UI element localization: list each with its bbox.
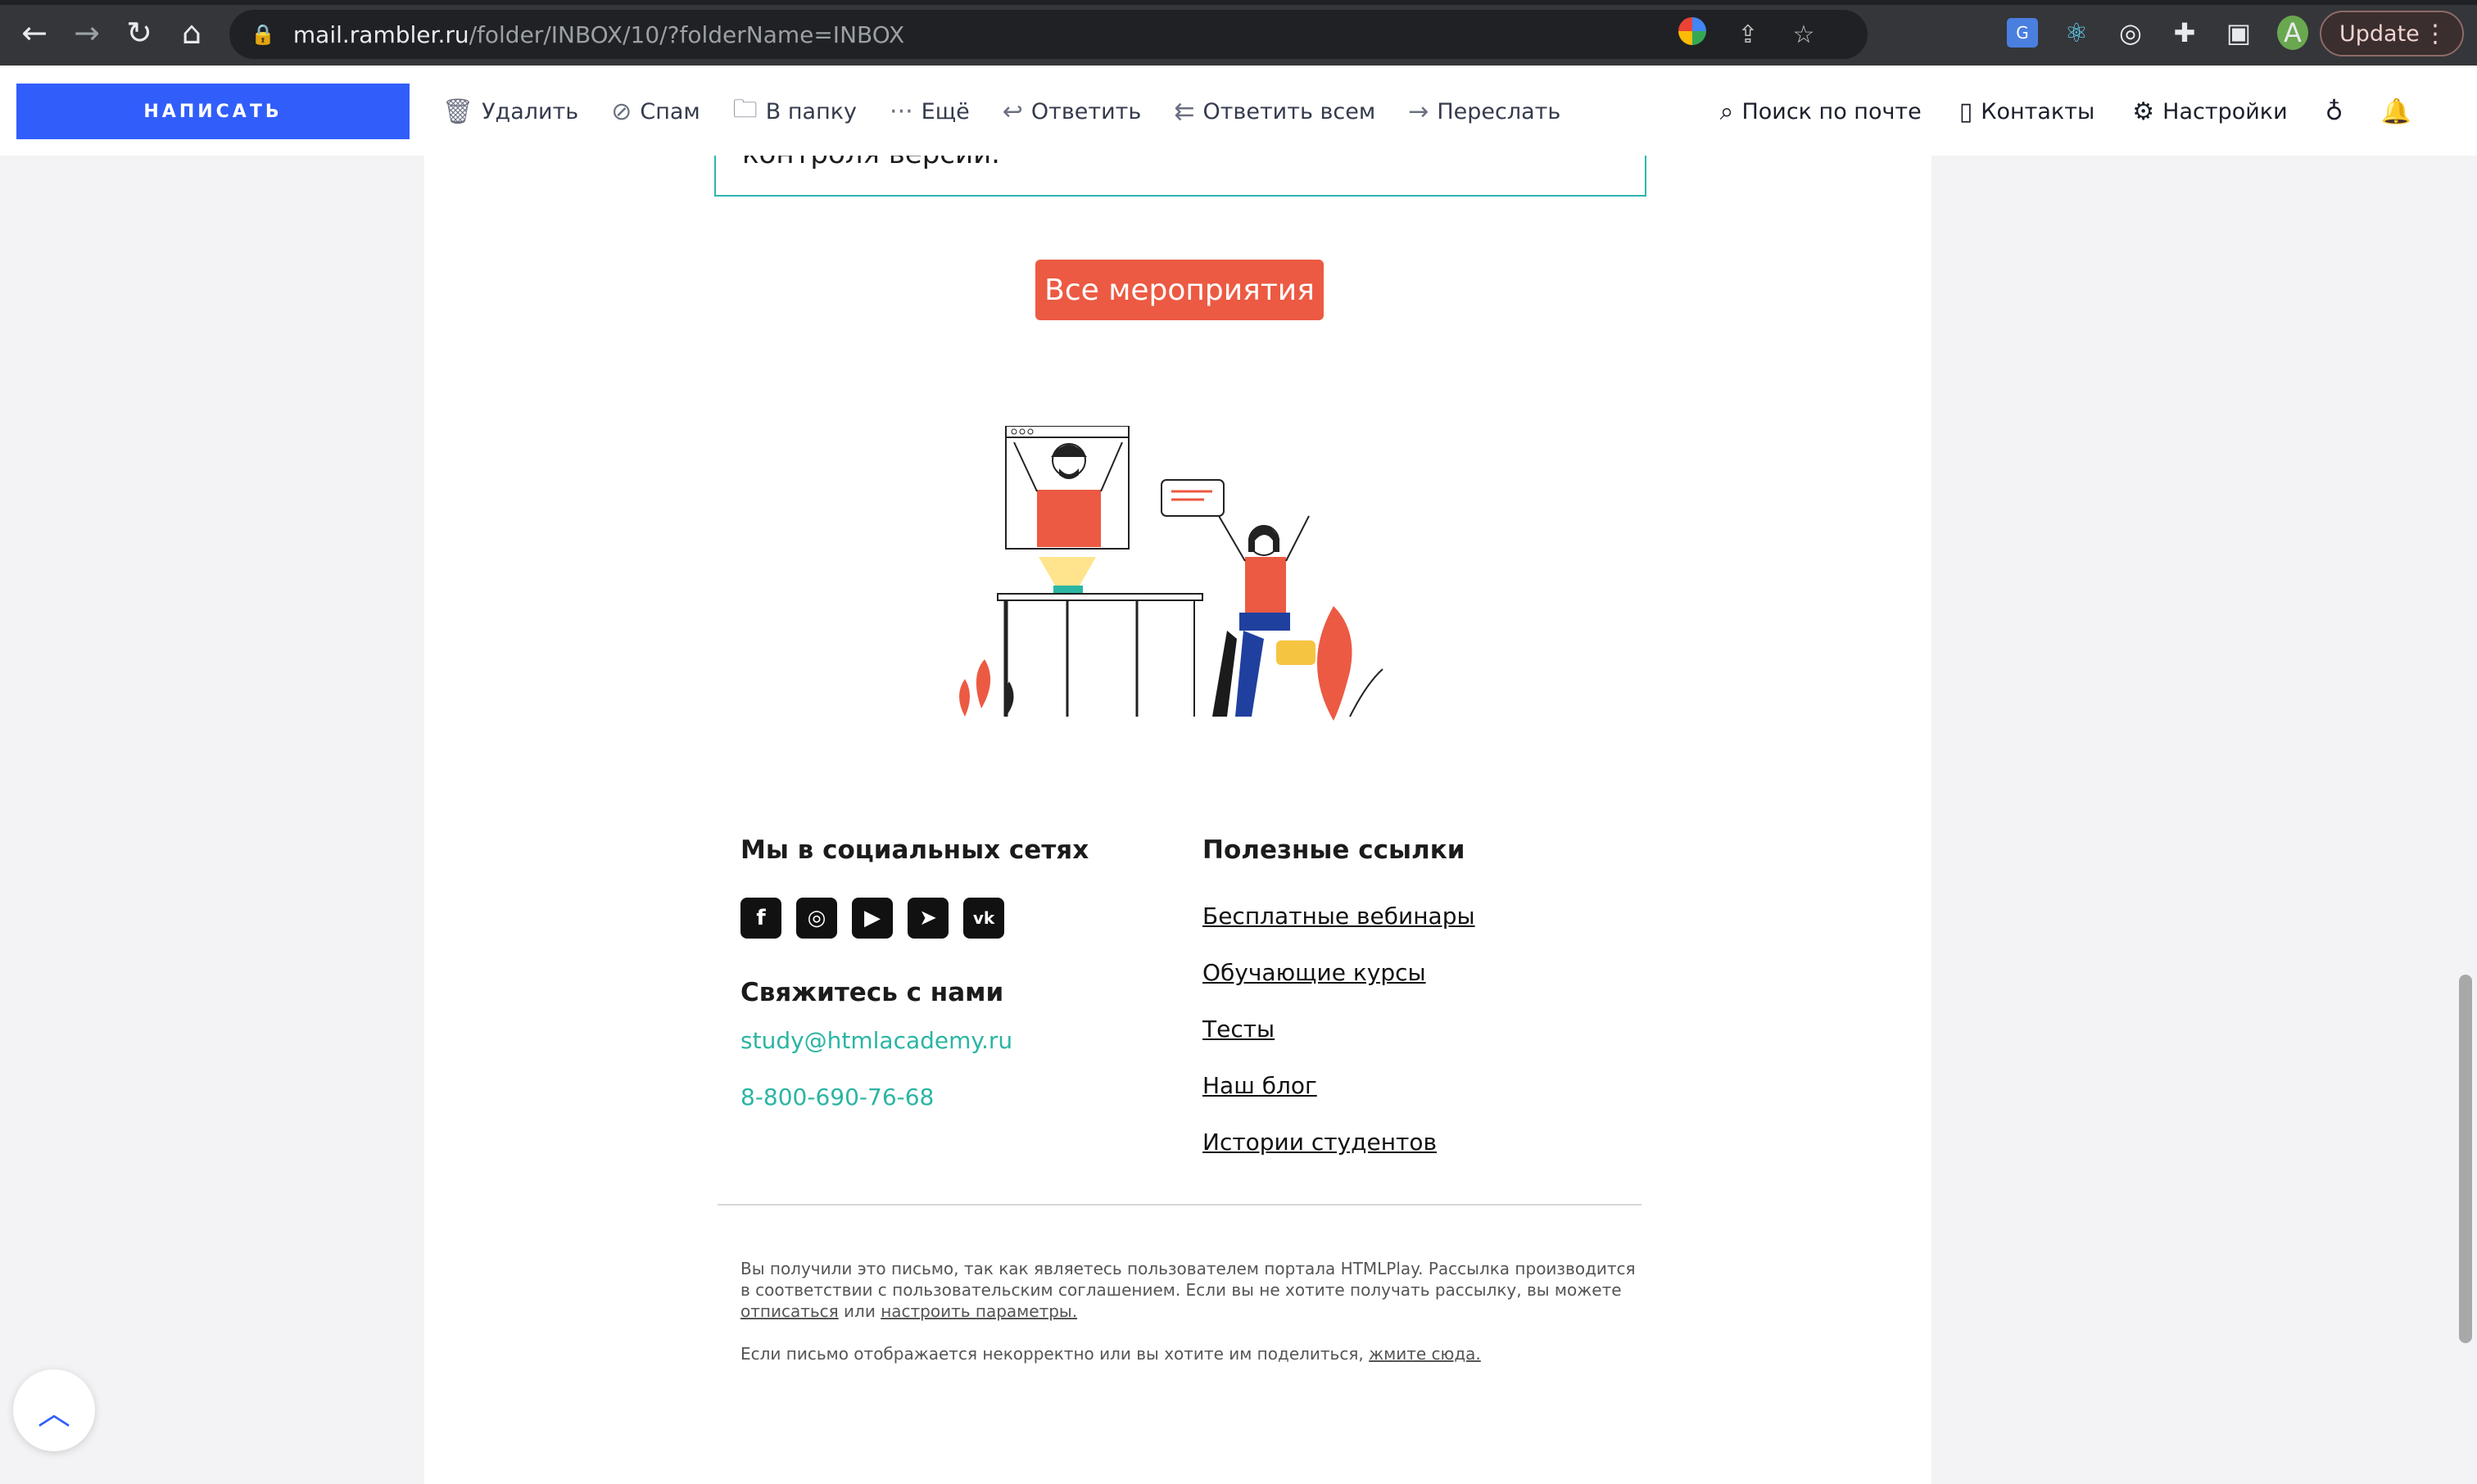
tips-button[interactable]: ♁ xyxy=(2325,97,2343,126)
url-text: mail.rambler.ru/folder/INBOX/10/?folderN… xyxy=(292,20,905,48)
contacts-button[interactable]: ▯ Контакты xyxy=(1959,97,2094,126)
mail-header-actions: ⌕ Поиск по почте ▯ Контакты ⚙ Настройки ♁ 🔔 xyxy=(1720,84,2411,139)
forward-arrow-icon: → xyxy=(1408,97,1429,126)
social-title: Мы в социальных сетях xyxy=(740,835,1089,865)
contact-title: Свяжитесь с нами xyxy=(740,978,1004,1007)
youtube-icon[interactable]: ▶ xyxy=(852,898,893,939)
folder-icon: 🗀 xyxy=(732,94,758,124)
social-icons: f ◎ ▶ ➤ vk xyxy=(740,898,1150,939)
contact-email-link[interactable]: study@htmlacademy.ru xyxy=(740,1027,1150,1054)
footnote-paragraph-2: Если письмо отображается некорректно или… xyxy=(740,1344,1481,1364)
useful-links-column: Полезные ссылки Бесплатные вебинары Обуч… xyxy=(1202,835,1694,1156)
reply-icon: ↩ xyxy=(1002,97,1023,126)
forward-icon[interactable]: → xyxy=(61,0,113,66)
share-icon[interactable]: ⇪ xyxy=(1733,20,1763,49)
delete-button[interactable]: 🗑 Удалить xyxy=(442,97,578,126)
translate-extension-icon[interactable]: G xyxy=(2007,18,2038,48)
unsubscribe-link[interactable]: отписаться xyxy=(740,1301,839,1321)
telegram-icon[interactable]: ➤ xyxy=(908,898,949,939)
settings-link[interactable]: настроить параметры. xyxy=(881,1301,1077,1321)
page-scrollbar[interactable] xyxy=(2454,156,2477,1484)
bell-icon: 🔔 xyxy=(2380,97,2411,126)
link-blog[interactable]: Наш блог xyxy=(1202,1072,1694,1099)
react-devtools-icon[interactable]: ⚛ xyxy=(2061,17,2092,48)
scroll-to-top-button[interactable]: ︿ xyxy=(13,1369,95,1451)
all-events-button[interactable]: Все мероприятия xyxy=(1035,260,1324,320)
forward-button[interactable]: → Переслать xyxy=(1408,97,1560,126)
gear-icon: ⚙ xyxy=(2132,97,2155,126)
profile-avatar[interactable]: A xyxy=(2277,16,2308,50)
search-mail-button[interactable]: ⌕ Поиск по почте xyxy=(1720,97,1922,126)
link-student-stories[interactable]: Истории студентов xyxy=(1202,1129,1694,1156)
compose-button[interactable]: НАПИСАТЬ xyxy=(16,84,410,139)
mail-toolbar: НАПИСАТЬ 🗑 Удалить ⊘ Спам 🗀 В папку ··· Ещё … xyxy=(0,66,2477,156)
extensions-puzzle-icon[interactable]: ✚ xyxy=(2169,17,2200,48)
link-courses[interactable]: Обучающие курсы xyxy=(1202,959,1694,986)
footnote-paragraph-1: Вы получили это письмо, так как являетес… xyxy=(740,1259,1636,1321)
more-button[interactable]: ··· Ещё xyxy=(890,97,970,126)
address-bar[interactable]: 🔒 mail.rambler.ru/folder/INBOX/10/?folde… xyxy=(229,10,1868,59)
move-to-folder-button[interactable]: 🗀 В папку xyxy=(733,91,857,133)
facebook-icon[interactable]: f xyxy=(740,898,781,939)
footer-divider xyxy=(718,1204,1642,1206)
message-actions: 🗑 Удалить ⊘ Спам 🗀 В папку ··· Ещё ↩ Ответить… xyxy=(442,84,1560,139)
reply-all-button[interactable]: ⇇ Ответить всем xyxy=(1174,97,1375,126)
instagram-icon[interactable]: ◎ xyxy=(796,898,837,939)
email-body: контроля версий. Все мероприятия xyxy=(424,156,1931,1484)
chevron-up-icon: ︿ xyxy=(38,1395,70,1432)
back-icon[interactable]: ← xyxy=(8,0,61,66)
home-icon[interactable]: ⌂ xyxy=(165,0,218,66)
contacts-icon: ▯ xyxy=(1959,97,1973,126)
spam-button[interactable]: ⊘ Спам xyxy=(611,97,700,126)
update-label: Update xyxy=(2339,20,2420,47)
event-card-text: контроля версий. xyxy=(742,156,1000,170)
link-tests[interactable]: Тесты xyxy=(1202,1016,1694,1043)
email-footnote: Вы получили это письмо, так как являетес… xyxy=(740,1258,1642,1364)
more-icon: ··· xyxy=(890,97,913,126)
contact-phone-link[interactable]: 8-800-690-76-68 xyxy=(740,1084,1150,1111)
lightbulb-icon: ♁ xyxy=(2325,97,2343,126)
reply-button[interactable]: ↩ Ответить xyxy=(1003,97,1142,126)
reload-icon[interactable]: ↻ xyxy=(113,0,165,66)
vk-icon[interactable]: vk xyxy=(963,898,1004,939)
scrollbar-thumb[interactable] xyxy=(2459,975,2472,1343)
update-button[interactable]: Update ⋮ xyxy=(2320,11,2464,57)
bookmark-star-icon[interactable]: ☆ xyxy=(1789,20,1818,49)
press-here-link[interactable]: жмите сюда. xyxy=(1369,1344,1481,1364)
online-learning-illustration xyxy=(959,426,1383,721)
spam-icon: ⊘ xyxy=(611,97,632,126)
search-icon: ⌕ xyxy=(1719,97,1734,126)
event-card: контроля версий. xyxy=(714,156,1646,197)
settings-button[interactable]: ⚙ Настройки xyxy=(2132,97,2287,126)
google-icon[interactable] xyxy=(1678,17,1707,52)
reply-all-icon: ⇇ xyxy=(1174,97,1195,126)
notifications-button[interactable]: 🔔 xyxy=(2381,97,2411,126)
side-panel-icon[interactable]: ▣ xyxy=(2223,17,2254,48)
social-contact-column: Мы в социальных сетях f ◎ ▶ ➤ vk Свяжите… xyxy=(740,835,1150,1111)
link-free-webinars[interactable]: Бесплатные вебинары xyxy=(1202,903,1694,930)
browser-toolbar: ← → ↻ ⌂ 🔒 mail.rambler.ru/folder/INBOX/1… xyxy=(0,0,2477,66)
lock-icon: 🔒 xyxy=(251,23,275,46)
useful-links-title: Полезные ссылки xyxy=(1202,835,1465,865)
target-extension-icon[interactable]: ◎ xyxy=(2115,17,2146,48)
menu-dots-icon[interactable]: ⋮ xyxy=(2423,20,2448,48)
trash-icon: 🗑 xyxy=(442,97,474,126)
